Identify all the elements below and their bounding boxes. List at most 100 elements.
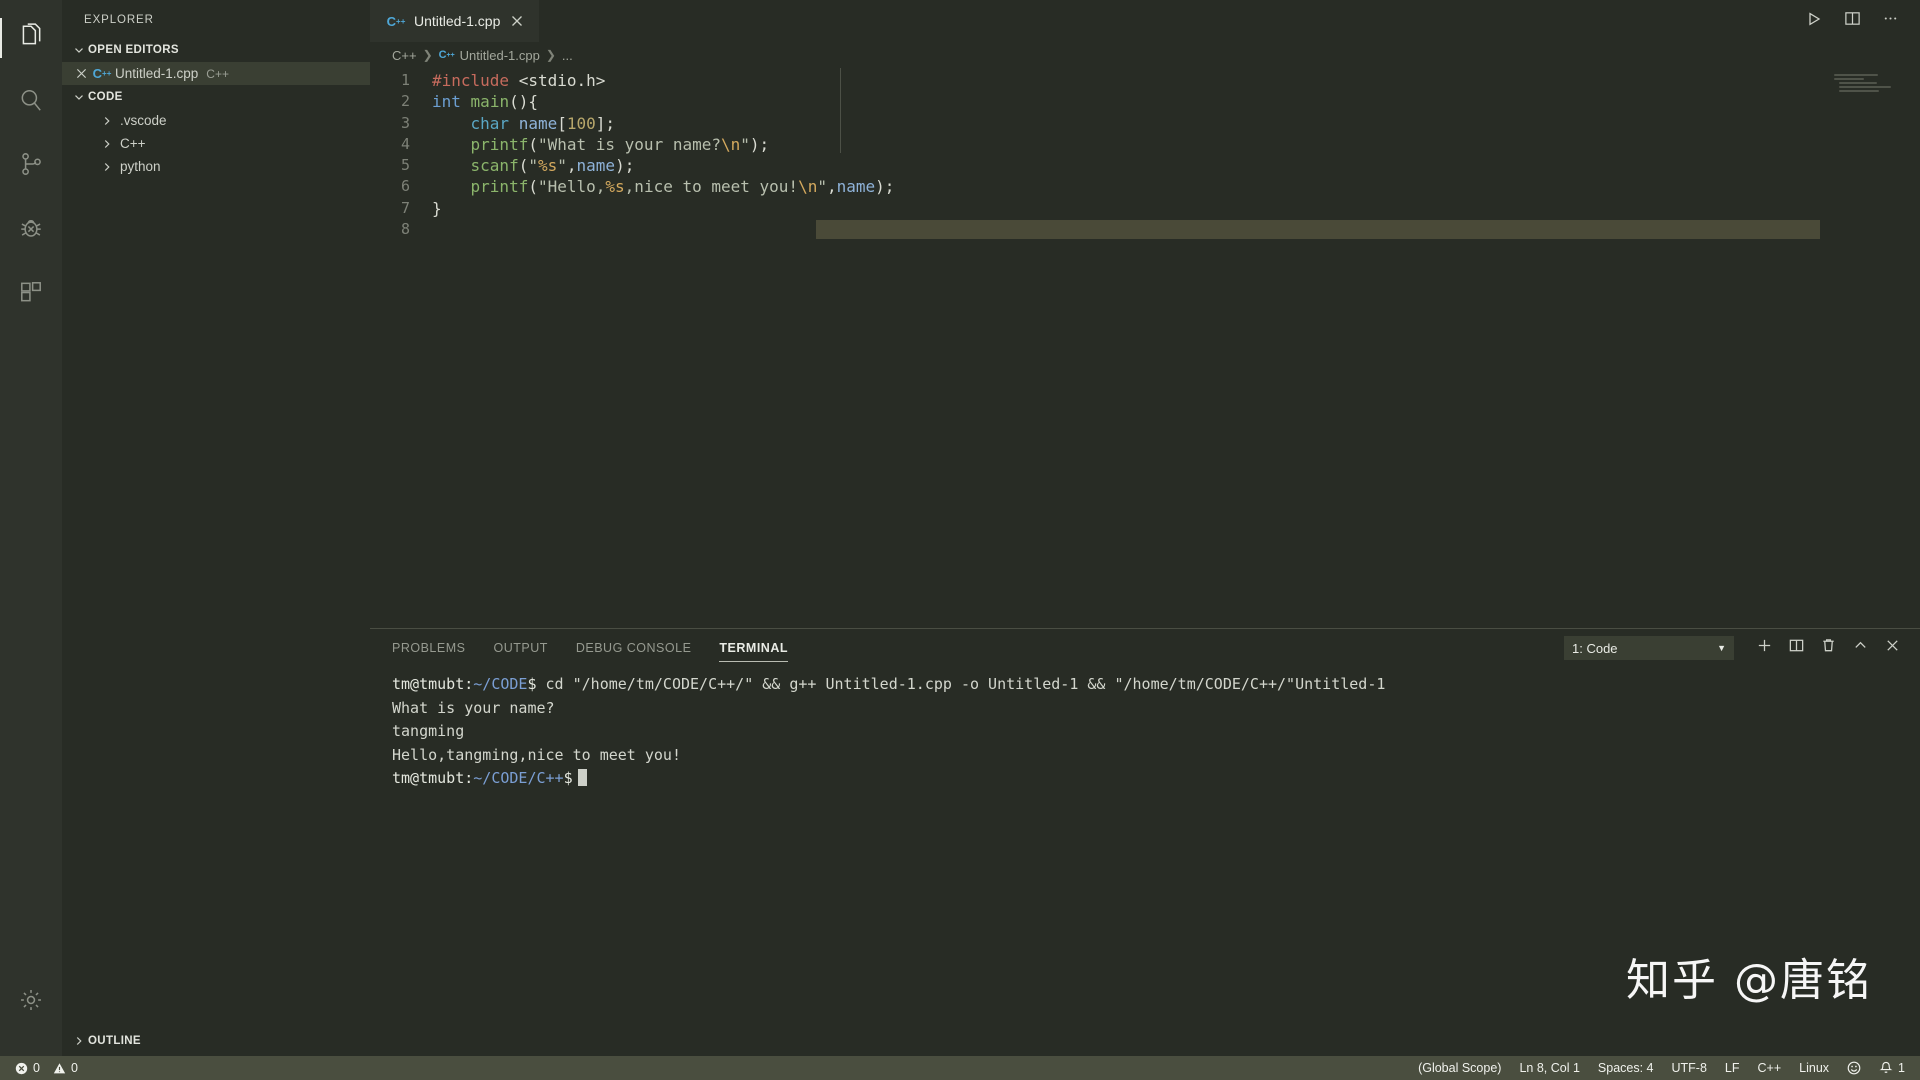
terminal-dollar: $ xyxy=(563,769,573,788)
terminal-command: cd "/home/tm/CODE/C++/" && g++ Untitled-… xyxy=(536,675,1386,693)
breadcrumb-item-folder[interactable]: C++ xyxy=(392,48,417,63)
breadcrumb-item-file[interactable]: C ++ Untitled-1.cpp xyxy=(439,48,540,63)
code-line[interactable]: 6 printf("Hello,%s,nice to meet you!\n",… xyxy=(370,176,1920,197)
new-terminal-button[interactable] xyxy=(1750,634,1778,662)
activity-item-manage[interactable] xyxy=(0,970,62,1034)
split-editor-button[interactable] xyxy=(1836,5,1868,37)
code-token: name xyxy=(518,113,558,133)
status-eol[interactable]: LF xyxy=(1716,1056,1749,1080)
panel-tab-terminal[interactable]: TERMINAL xyxy=(719,629,788,667)
gear-icon xyxy=(18,987,44,1018)
error-icon xyxy=(15,1062,28,1075)
close-panel-button[interactable] xyxy=(1878,634,1906,662)
status-indentation[interactable]: Spaces: 4 xyxy=(1589,1056,1663,1080)
more-actions-button[interactable] xyxy=(1874,5,1906,37)
editor-tab-untitled-1-cpp[interactable]: C ++ Untitled-1.cpp xyxy=(370,0,540,42)
status-cursor-position[interactable]: Ln 8, Col 1 xyxy=(1510,1056,1588,1080)
code-line[interactable]: 3 char name[100]; xyxy=(370,113,1920,134)
activity-item-source-control[interactable] xyxy=(0,134,62,198)
terminal-selector-dropdown[interactable]: 1: Code ▼ xyxy=(1564,636,1734,660)
sidebar-explorer: EXPLORER OPEN EDITORS C ++ Untitled-1.cpp… xyxy=(62,0,370,1056)
breadcrumb-file-label: Untitled-1.cpp xyxy=(459,47,540,63)
code-token: ); xyxy=(615,156,635,176)
terminal-output[interactable]: tm@tmubt:~/CODE$ cd "/home/tm/CODE/C++/"… xyxy=(370,667,1920,1056)
tree-item-label: C++ xyxy=(120,136,146,151)
code-token: name xyxy=(576,156,616,176)
split-icon xyxy=(1788,637,1805,659)
section-outline[interactable]: OUTLINE xyxy=(62,1026,370,1056)
status-notifications[interactable]: 1 xyxy=(1870,1056,1914,1080)
code-line[interactable]: 5 scanf("%s",name); xyxy=(370,155,1920,176)
status-feedback[interactable] xyxy=(1838,1056,1870,1080)
panel-tab-debug-console[interactable]: DEBUG CONSOLE xyxy=(576,629,692,667)
code-line[interactable]: 1 #include <stdio.h> xyxy=(370,70,1920,91)
sidebar-title: EXPLORER xyxy=(84,14,154,26)
code-token: main xyxy=(470,92,510,112)
editor-content[interactable]: 1 #include <stdio.h> 2 int main(){3 char na… xyxy=(370,68,1920,628)
breadcrumb-item-symbol[interactable]: ... xyxy=(562,48,573,63)
tree-item-python[interactable]: python xyxy=(62,155,370,178)
chevron-right-icon xyxy=(100,109,114,132)
extensions-icon xyxy=(18,279,44,310)
panel-tab-output[interactable]: OUTPUT xyxy=(493,629,547,667)
status-bar: 0 0 (Global Scope) Ln 8, Col 1 Spaces: 4… xyxy=(0,1056,1920,1080)
status-language-label: C++ xyxy=(1757,1061,1782,1075)
code-line[interactable]: 8 xyxy=(370,219,1920,240)
kill-terminal-button[interactable] xyxy=(1814,634,1842,662)
status-platform[interactable]: Linux xyxy=(1790,1056,1838,1080)
line-number: 7 xyxy=(400,198,410,217)
line-text: int main(){ xyxy=(432,91,1920,112)
status-platform-label: Linux xyxy=(1799,1061,1830,1075)
line-number: 4 xyxy=(400,134,410,153)
activity-item-explorer[interactable] xyxy=(0,6,62,70)
code-line[interactable]: 2 int main(){ xyxy=(370,91,1920,112)
code-token: #include xyxy=(432,71,510,90)
code-lines[interactable]: 1 #include <stdio.h> 2 int main(){3 char na… xyxy=(370,68,1920,240)
section-open-editors[interactable]: OPEN EDITORS xyxy=(62,38,370,62)
code-token: " xyxy=(817,177,827,197)
activity-item-search[interactable] xyxy=(0,70,62,134)
bottom-panel: PROBLEMS OUTPUT DEBUG CONSOLE TERMINAL 1… xyxy=(370,628,1920,1056)
status-encoding[interactable]: UTF-8 xyxy=(1663,1056,1716,1080)
terminal-output-line: tangming xyxy=(392,722,465,741)
close-icon[interactable] xyxy=(508,12,526,30)
status-scope[interactable]: (Global Scope) xyxy=(1409,1056,1510,1080)
line-text: scanf("%s",name); xyxy=(432,155,1920,176)
code-token: \n xyxy=(721,134,741,154)
chevron-right-icon xyxy=(100,155,114,178)
close-icon xyxy=(1884,637,1901,659)
line-number: 3 xyxy=(400,113,410,132)
code-line[interactable]: 4 printf("What is your name?\n"); xyxy=(370,134,1920,155)
status-language-mode[interactable]: C++ xyxy=(1749,1056,1791,1080)
terminal-prompt-line: tm@tmubt:~/CODE$ cd "/home/tm/CODE/C++/"… xyxy=(392,673,1920,697)
breadcrumb: C++ ❯ C ++ Untitled-1.cpp ❯ ... xyxy=(370,42,1920,68)
search-icon xyxy=(18,87,44,118)
activity-item-run-debug[interactable] xyxy=(0,198,62,262)
chevron-right-icon xyxy=(100,132,114,155)
section-folder-code[interactable]: CODE xyxy=(62,85,370,109)
code-token: int xyxy=(432,92,461,112)
tree-item-cpp[interactable]: C++ xyxy=(62,132,370,155)
chevron-right-icon: ❯ xyxy=(422,48,433,62)
code-line[interactable]: 7} xyxy=(370,198,1920,219)
panel-tab-problems[interactable]: PROBLEMS xyxy=(392,629,465,667)
tree-item-vscode[interactable]: .vscode xyxy=(62,109,370,132)
activity-item-extensions[interactable] xyxy=(0,262,62,326)
line-text: char name[100]; xyxy=(432,113,1920,134)
code-token: "What is your name? xyxy=(537,134,721,154)
terminal-user: tm@tmubt: xyxy=(392,769,474,788)
open-editor-item[interactable]: C ++ Untitled-1.cpp C++ xyxy=(62,62,370,85)
panel-tab-label: DEBUG CONSOLE xyxy=(575,641,692,655)
close-icon[interactable] xyxy=(70,68,92,79)
section-open-editors-label: OPEN EDITORS xyxy=(88,44,179,56)
cpp-file-icon: C ++ xyxy=(92,66,112,81)
run-code-button[interactable] xyxy=(1798,5,1830,37)
terminal-cursor xyxy=(577,769,587,787)
files-icon xyxy=(18,22,44,54)
maximize-panel-button[interactable] xyxy=(1846,634,1874,662)
status-problems[interactable]: 0 0 xyxy=(6,1056,87,1080)
split-terminal-button[interactable] xyxy=(1782,634,1810,662)
